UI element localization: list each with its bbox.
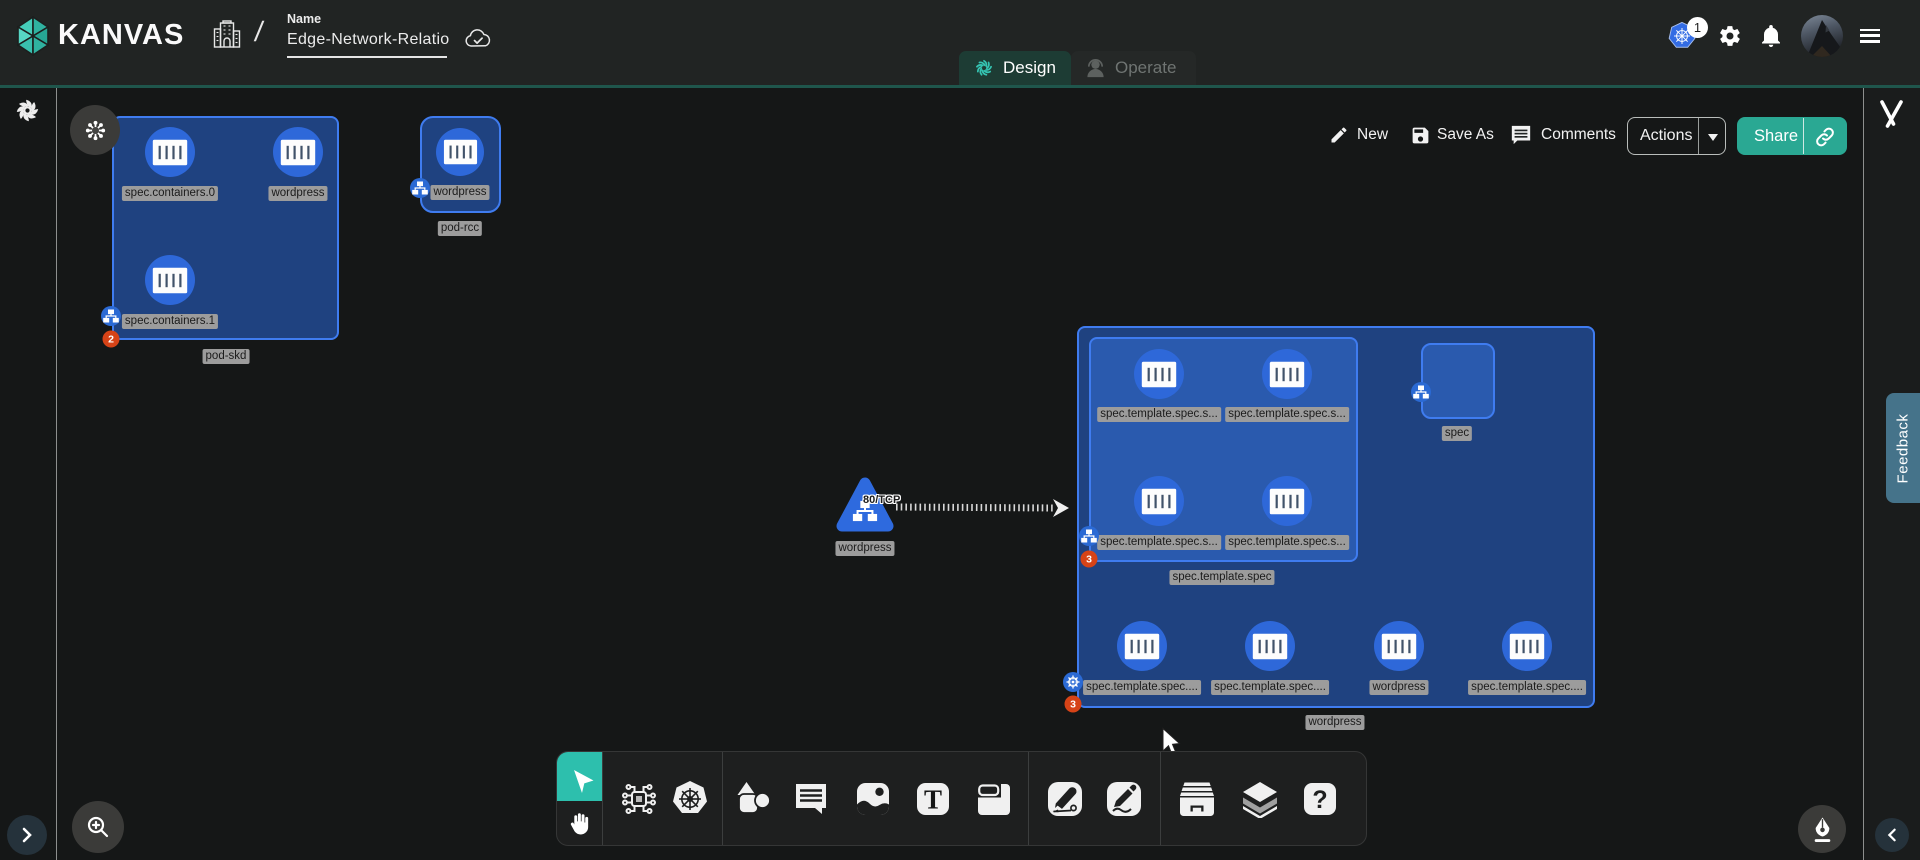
svg-text:T: T	[924, 784, 942, 814]
svg-text:?: ?	[1312, 786, 1327, 814]
